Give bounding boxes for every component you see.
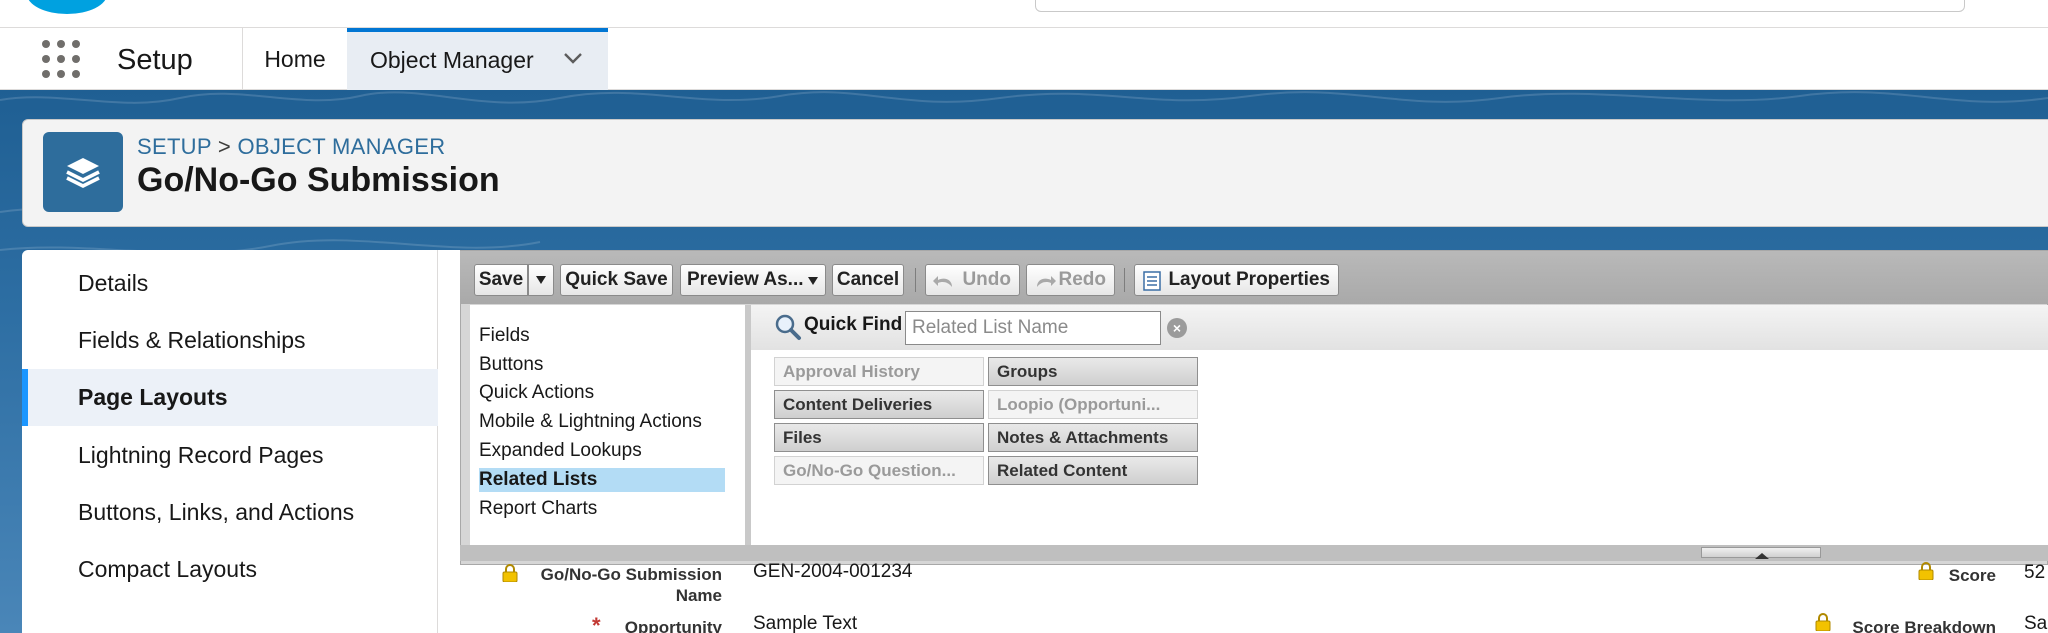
breadcrumb-setup-link[interactable]: SETUP — [137, 134, 211, 159]
layers-icon — [43, 132, 123, 212]
chevron-up-icon — [1755, 553, 1769, 559]
salesforce-logo[interactable] — [22, 0, 112, 16]
sidebar-item-fields-relationships[interactable]: Fields & Relationships — [22, 312, 438, 369]
field-value-submission-name: GEN-2004-001234 — [753, 561, 913, 582]
sidebar-item-details[interactable]: Details — [22, 255, 438, 312]
global-search-input[interactable] — [1035, 0, 1965, 12]
quick-find-label: Quick Find — [804, 314, 903, 335]
redo-label: Redo — [1058, 269, 1107, 290]
breadcrumb: SETUP > OBJECT MANAGER — [137, 134, 445, 160]
tab-object-manager[interactable]: Object Manager — [347, 28, 608, 90]
category-fields[interactable]: Fields — [479, 324, 530, 348]
related-list-files[interactable]: Files — [774, 423, 984, 452]
chevron-down-icon[interactable] — [562, 47, 584, 69]
redo-icon — [1037, 276, 1056, 287]
cancel-button[interactable]: Cancel — [832, 264, 904, 296]
field-label-opportunity: Opportunity — [624, 618, 722, 633]
category-report-charts[interactable]: Report Charts — [479, 497, 597, 521]
field-value-score-breakdown: Sa — [2024, 613, 2048, 633]
tab-object-manager-label: Object Manager — [370, 47, 534, 73]
app-name: Setup — [117, 44, 193, 76]
preview-as-label: Preview As... — [687, 269, 804, 290]
redo-button[interactable]: Redo — [1026, 264, 1115, 296]
related-list-groups[interactable]: Groups — [988, 357, 1198, 386]
search-icon — [775, 314, 801, 340]
sidebar-item-page-layouts[interactable]: Page Layouts — [22, 369, 438, 426]
field-value-opportunity: Sample Text — [753, 613, 858, 633]
category-mobile-lightning-actions[interactable]: Mobile & Lightning Actions — [479, 410, 702, 434]
category-quick-actions[interactable]: Quick Actions — [479, 381, 594, 405]
related-list-related-content[interactable]: Related Content — [988, 456, 1198, 485]
save-button[interactable]: Save — [474, 264, 528, 296]
related-list-approval-history: Approval History — [774, 357, 984, 386]
related-list-loopio: Loopio (Opportuni... — [988, 390, 1198, 419]
lock-icon — [1815, 613, 1831, 631]
palette-collapse-handle[interactable] — [1701, 547, 1821, 559]
toolbar-divider — [1124, 268, 1125, 292]
global-header — [0, 0, 2048, 28]
related-list-notes-attachments[interactable]: Notes & Attachments — [988, 423, 1198, 452]
related-list-go-no-go-questions: Go/No-Go Question... — [774, 456, 984, 485]
field-value-score: 52 — [2024, 562, 2046, 583]
field-label-submission-name: Go/No-Go Submission Name — [520, 564, 722, 606]
field-label-line: Go/No-Go Submission — [540, 565, 722, 584]
save-dropdown-button[interactable] — [528, 264, 554, 296]
quick-find-input[interactable] — [905, 311, 1161, 345]
breadcrumb-object-manager-link[interactable]: OBJECT MANAGER — [237, 134, 445, 159]
properties-icon — [1143, 271, 1161, 291]
undo-button[interactable]: Undo — [925, 264, 1020, 296]
app-launcher-icon[interactable] — [42, 40, 80, 78]
toolbar-divider — [915, 268, 916, 292]
layout-properties-label: Layout Properties — [1168, 269, 1330, 290]
related-list-content-deliveries[interactable]: Content Deliveries — [774, 390, 984, 419]
caret-down-icon — [808, 277, 818, 285]
undo-label: Undo — [962, 269, 1011, 290]
quick-save-button[interactable]: Quick Save — [560, 264, 673, 296]
clear-search-icon[interactable]: × — [1167, 318, 1187, 338]
sidebar-item-compact-layouts[interactable]: Compact Layouts — [22, 541, 438, 598]
sidebar-item-buttons-links-actions[interactable]: Buttons, Links, and Actions — [22, 484, 438, 541]
field-label-score-breakdown: Score Breakdown — [1852, 618, 1996, 633]
object-sidebar: Details Fields & Relationships Page Layo… — [22, 250, 438, 633]
layout-properties-button[interactable]: Layout Properties — [1134, 264, 1339, 296]
category-related-lists[interactable]: Related Lists — [479, 468, 725, 492]
lock-icon — [502, 564, 518, 582]
lock-icon — [1918, 562, 1934, 580]
field-label-score: Score — [1948, 566, 1996, 585]
preview-as-button[interactable]: Preview As... — [680, 264, 826, 296]
app-navigation: Setup Home Object Manager — [0, 28, 2048, 90]
breadcrumb-separator: > — [217, 134, 232, 159]
undo-icon — [933, 276, 952, 287]
page-title: Go/No-Go Submission — [137, 161, 500, 199]
field-label-line: Name — [675, 586, 722, 605]
category-expanded-lookups[interactable]: Expanded Lookups — [479, 439, 642, 463]
tab-home[interactable]: Home — [243, 28, 347, 90]
caret-down-icon — [536, 276, 546, 284]
sidebar-item-lightning-record-pages[interactable]: Lightning Record Pages — [22, 427, 438, 484]
category-buttons[interactable]: Buttons — [479, 353, 543, 377]
